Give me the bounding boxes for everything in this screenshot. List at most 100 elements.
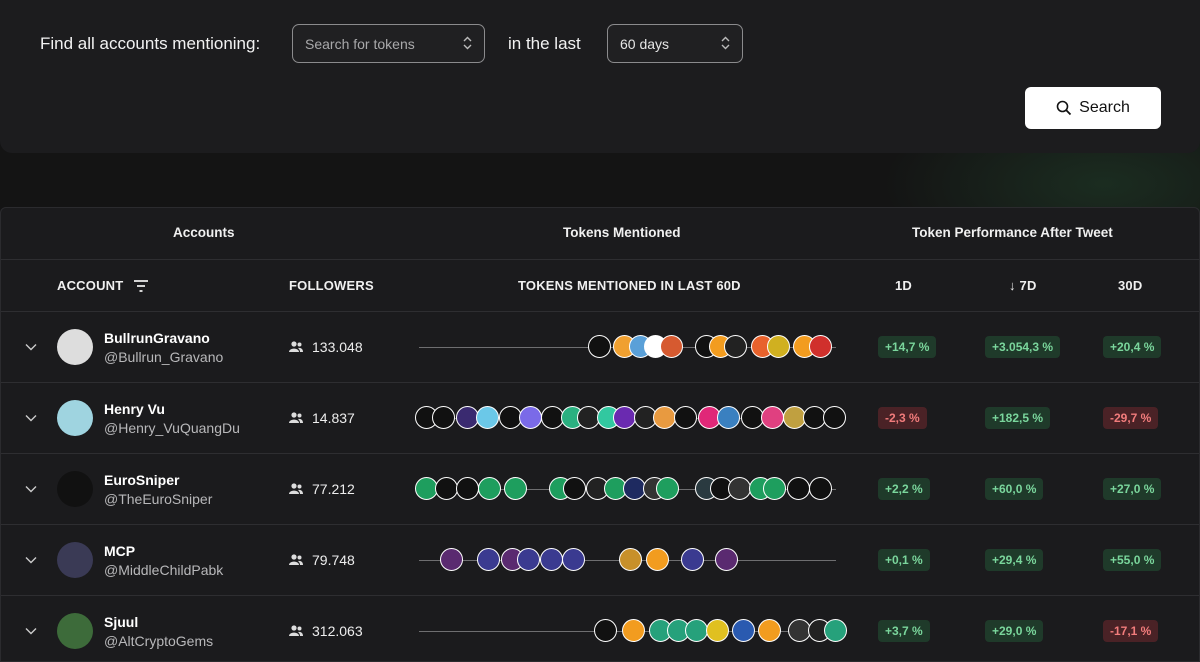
people-icon (289, 341, 303, 352)
token-icon[interactable] (732, 619, 755, 647)
1d-performance-badge: -2,3 % (878, 407, 927, 429)
chevron-down-icon[interactable] (25, 556, 37, 564)
token-icon[interactable] (588, 335, 611, 363)
group-tokens: Tokens Mentioned (563, 225, 681, 240)
column-header-row: ACCOUNT FOLLOWERS TOKENS MENTIONED IN LA… (1, 260, 1199, 312)
token-icon[interactable] (540, 548, 563, 576)
days-select[interactable]: 60 days (607, 24, 743, 63)
7d-performance-badge: +182,5 % (985, 407, 1051, 429)
token-icon[interactable] (517, 548, 540, 576)
col-7d[interactable]: ↓ 7D (1009, 278, 1037, 293)
token-icon[interactable] (674, 406, 697, 434)
avatar (57, 400, 93, 436)
token-icon[interactable] (504, 477, 527, 505)
token-search-placeholder: Search for tokens (305, 36, 415, 52)
in-last-label: in the last (508, 34, 581, 53)
token-icon[interactable] (432, 406, 455, 434)
table-row[interactable]: Sjuul @AltCryptoGems 312.063 +3,7 % +29,… (1, 596, 1199, 661)
1d-performance-badge: +2,2 % (878, 478, 930, 500)
avatar (57, 542, 93, 578)
col-1d[interactable]: 1D (895, 278, 912, 293)
token-icon[interactable] (622, 619, 645, 647)
chevron-down-icon[interactable] (25, 485, 37, 493)
token-icon[interactable] (809, 477, 832, 505)
30d-performance-badge: -29,7 % (1103, 407, 1159, 429)
token-search-select[interactable]: Search for tokens (292, 24, 485, 63)
token-icon[interactable] (594, 619, 617, 647)
token-icon[interactable] (787, 477, 810, 505)
chevron-down-icon[interactable] (25, 627, 37, 635)
token-icon[interactable] (685, 619, 708, 647)
token-icon[interactable] (562, 548, 585, 576)
search-icon (1056, 100, 1072, 116)
token-icon[interactable] (456, 477, 479, 505)
account-name[interactable]: Henry Vu (104, 401, 165, 417)
account-handle[interactable]: @AltCryptoGems (104, 633, 213, 649)
account-name[interactable]: EuroSniper (104, 472, 179, 488)
token-icon[interactable] (478, 477, 501, 505)
people-icon (289, 483, 303, 494)
token-icon[interactable] (660, 335, 683, 363)
search-button[interactable]: Search (1025, 87, 1161, 129)
token-icon[interactable] (758, 619, 781, 647)
account-name[interactable]: MCP (104, 543, 135, 559)
people-icon (289, 412, 303, 423)
table-row[interactable]: Henry Vu @Henry_VuQuangDu 14.837 -2,3 % … (1, 383, 1199, 454)
avatar (57, 613, 93, 649)
token-icon[interactable] (613, 406, 636, 434)
days-value: 60 days (620, 36, 670, 52)
1d-performance-badge: +0,1 % (878, 549, 930, 571)
token-icon[interactable] (646, 548, 669, 576)
30d-performance-badge: +20,4 % (1103, 336, 1162, 358)
token-icon[interactable] (763, 477, 786, 505)
col-account[interactable]: ACCOUNT (57, 278, 123, 293)
token-icon[interactable] (619, 548, 642, 576)
account-name[interactable]: BullrunGravano (104, 330, 210, 346)
token-icon[interactable] (656, 477, 679, 505)
30d-performance-badge: +55,0 % (1103, 549, 1162, 571)
accounts-table: Accounts Tokens Mentioned Token Performa… (0, 207, 1200, 662)
7d-performance-badge: +29,0 % (985, 620, 1044, 642)
account-handle[interactable]: @Henry_VuQuangDu (104, 420, 240, 436)
token-icon[interactable] (728, 477, 751, 505)
30d-performance-badge: -17,1 % (1103, 620, 1159, 642)
7d-performance-badge: +3.054,3 % (985, 336, 1061, 358)
table-row[interactable]: EuroSniper @TheEuroSniper 77.212 +2,2 % … (1, 454, 1199, 525)
chevron-down-icon[interactable] (25, 343, 37, 351)
token-icon[interactable] (563, 477, 586, 505)
col-followers[interactable]: FOLLOWERS (289, 278, 374, 293)
chevron-down-icon[interactable] (25, 414, 37, 422)
search-button-label: Search (1079, 99, 1130, 116)
account-handle[interactable]: @TheEuroSniper (104, 491, 212, 507)
followers-count: 312.063 (312, 623, 363, 639)
token-icon[interactable] (824, 619, 847, 647)
account-handle[interactable]: @Bullrun_Gravano (104, 349, 223, 365)
token-icon[interactable] (724, 335, 747, 363)
people-icon (289, 625, 303, 636)
token-icon[interactable] (476, 406, 499, 434)
token-icon[interactable] (717, 406, 740, 434)
token-icon[interactable] (767, 335, 790, 363)
avatar (57, 329, 93, 365)
token-icon[interactable] (440, 548, 463, 576)
table-row[interactable]: MCP @MiddleChildPabk 79.748 +0,1 % +29,4… (1, 525, 1199, 596)
group-accounts: Accounts (173, 225, 235, 240)
token-icon[interactable] (477, 548, 500, 576)
token-icon[interactable] (715, 548, 738, 576)
account-name[interactable]: Sjuul (104, 614, 138, 630)
token-icon[interactable] (519, 406, 542, 434)
people-icon (289, 554, 303, 565)
account-handle[interactable]: @MiddleChildPabk (104, 562, 223, 578)
token-icon[interactable] (809, 335, 832, 363)
token-icon[interactable] (653, 406, 676, 434)
token-icon[interactable] (823, 406, 846, 434)
token-icon[interactable] (706, 619, 729, 647)
token-icon[interactable] (435, 477, 458, 505)
group-performance: Token Performance After Tweet (912, 225, 1113, 240)
filter-icon[interactable] (134, 280, 148, 292)
token-icon[interactable] (761, 406, 784, 434)
table-row[interactable]: BullrunGravano @Bullrun_Gravano 133.048 … (1, 312, 1199, 383)
token-icon[interactable] (681, 548, 704, 576)
search-panel: Find all accounts mentioning: Search for… (0, 0, 1200, 153)
col-30d[interactable]: 30D (1118, 278, 1142, 293)
